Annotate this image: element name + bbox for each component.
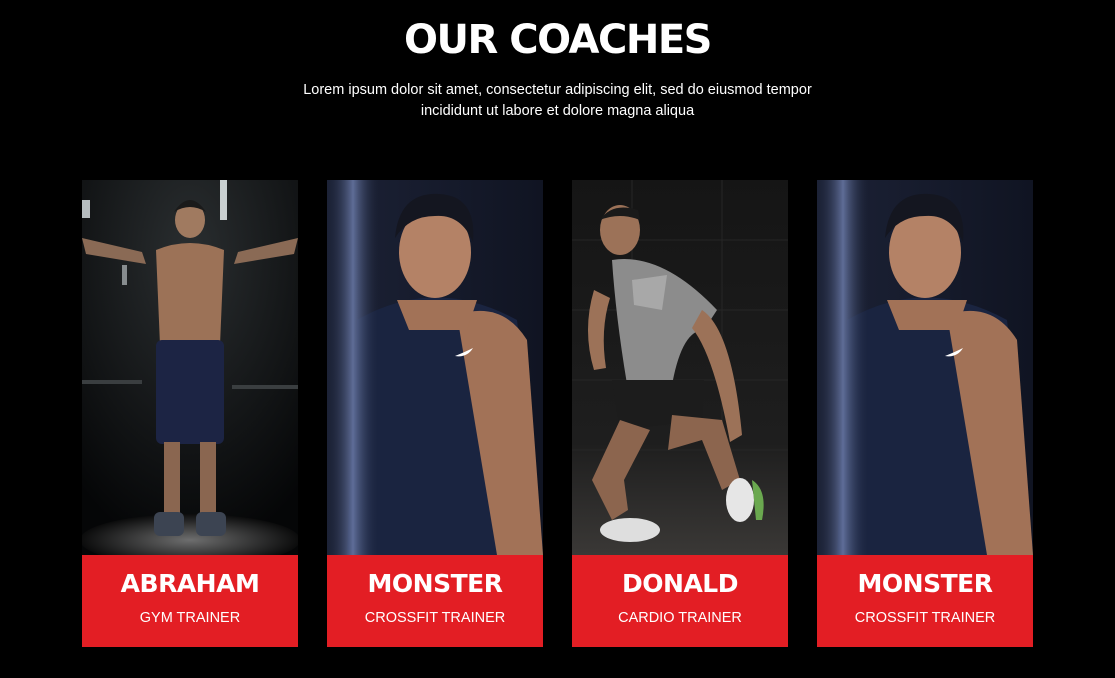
coach-role: CARDIO TRAINER [618, 610, 742, 626]
coach-name: ABRAHAM [120, 569, 260, 598]
coach-banner: ABRAHAM GYM TRAINER [82, 555, 298, 647]
coach-role: CROSSFIT TRAINER [364, 610, 506, 626]
coach-card-monster[interactable]: MONSTER CROSSFIT TRAINER [327, 180, 543, 647]
coach-name: DONALD [622, 569, 738, 598]
coach-card-abraham[interactable]: ABRAHAM GYM TRAINER [82, 180, 298, 647]
coach-name: MONSTER [367, 569, 503, 598]
section-description: Lorem ipsum dolor sit amet, consectetur … [303, 82, 812, 119]
coach-card-donald[interactable]: DONALD CARDIO TRAINER [572, 180, 788, 647]
section-title: OUR COACHES [404, 17, 712, 63]
coach-photo [817, 180, 1033, 555]
coach-name: MONSTER [857, 569, 993, 598]
coach-role: GYM TRAINER [139, 610, 241, 626]
coach-photo [82, 180, 298, 555]
coach-banner: DONALD CARDIO TRAINER [572, 555, 788, 647]
coach-photo [572, 180, 788, 555]
coach-role: CROSSFIT TRAINER [854, 610, 996, 626]
coach-photo [327, 180, 543, 555]
coach-banner: MONSTER CROSSFIT TRAINER [817, 555, 1033, 647]
coach-card-monster-2[interactable]: MONSTER CROSSFIT TRAINER [817, 180, 1033, 647]
coach-banner: MONSTER CROSSFIT TRAINER [327, 555, 543, 647]
